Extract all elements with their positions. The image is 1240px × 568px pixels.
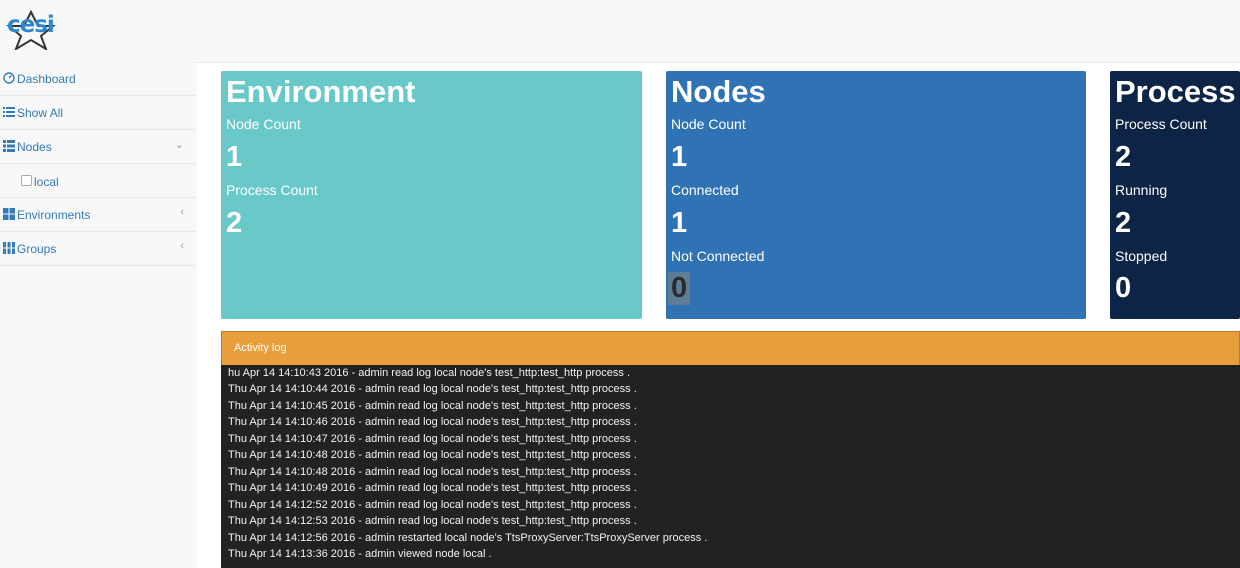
stat-value: 0 [1115, 272, 1132, 304]
sidebar-item-label: Groups [17, 242, 57, 256]
activity-log-body[interactable]: hu Apr 14 14:10:43 2016 - admin read log… [221, 365, 1240, 568]
stat-label: Running [1115, 182, 1168, 198]
process-card: Process Process Count 2 Running 2 Stoppe… [1110, 71, 1240, 319]
log-line: Thu Apr 14 14:10:45 2016 - admin read lo… [228, 400, 637, 412]
activity-log-title: Activity log [234, 342, 287, 354]
stat-label: Not Connected [671, 248, 765, 264]
sidebar-item-environments[interactable]: Environments ‹ [0, 198, 196, 232]
stat-value: 1 [226, 141, 243, 173]
log-line: Thu Apr 14 14:10:47 2016 - admin read lo… [228, 433, 637, 445]
stat-label: Process Count [1115, 116, 1207, 132]
grid-icon [3, 140, 15, 152]
activity-log-header: Activity log [221, 331, 1240, 365]
chevron-left-icon[interactable]: ‹ [180, 240, 184, 252]
log-line: Thu Apr 14 14:12:52 2016 - admin read lo… [228, 499, 637, 511]
list-icon [3, 107, 15, 117]
nodes-card: Nodes Node Count 1 Connected 1 Not Conne… [666, 71, 1086, 319]
sidebar-item-dashboard[interactable]: Dashboard [0, 62, 196, 96]
stat-value: 1 [671, 141, 688, 173]
log-line: Thu Apr 14 14:10:49 2016 - admin read lo… [228, 482, 637, 494]
columns-icon [3, 242, 15, 254]
logo-text: cesi [7, 12, 55, 38]
sidebar-item-label: Environments [17, 208, 91, 222]
stat-value: 1 [671, 207, 688, 239]
log-line: Thu Apr 14 14:10:48 2016 - admin read lo… [228, 449, 637, 461]
stat-label: Node Count [671, 116, 746, 132]
card-title: Nodes [671, 74, 766, 109]
stat-label: Connected [671, 182, 739, 198]
sidebar-item-label: Show All [17, 106, 64, 120]
card-title: Environment [226, 74, 416, 109]
log-line: Thu Apr 14 14:12:53 2016 - admin read lo… [228, 515, 637, 527]
stat-value: 0 [668, 272, 691, 305]
log-line: Thu Apr 14 14:10:44 2016 - admin read lo… [228, 383, 637, 395]
stat-label: Process Count [226, 182, 318, 198]
sidebar-item-show-all[interactable]: Show All [0, 96, 196, 130]
sidebar-subitem-local[interactable]: local [0, 164, 196, 198]
sidebar-subitem-label: local [34, 175, 59, 189]
stat-value: 2 [1115, 141, 1132, 173]
stat-label: Node Count [226, 116, 301, 132]
stat-value: 2 [226, 207, 243, 239]
stat-label: Stopped [1115, 248, 1168, 264]
cesi-logo[interactable]: cesi [5, 9, 57, 52]
log-line: Thu Apr 14 14:13:36 2016 - admin viewed … [228, 548, 492, 560]
sidebar: Dashboard Show All Nodes ⌄ local Environ… [0, 62, 196, 568]
checkbox-icon [21, 175, 32, 186]
sidebar-item-label: Nodes [17, 140, 52, 154]
log-line: Thu Apr 14 14:10:48 2016 - admin read lo… [228, 466, 637, 478]
top-navbar: cesi [0, 0, 1240, 63]
card-title: Process [1115, 74, 1236, 109]
sidebar-item-label: Dashboard [17, 72, 76, 86]
dashboard-icon [3, 72, 15, 84]
stat-value: 2 [1115, 207, 1132, 239]
log-line: Thu Apr 14 14:10:46 2016 - admin read lo… [228, 416, 637, 428]
environment-card: Environment Node Count 1 Process Count 2 [221, 71, 642, 319]
chevron-left-icon[interactable]: ‹ [180, 206, 184, 218]
chevron-down-icon[interactable]: ⌄ [175, 138, 184, 151]
log-line: Thu Apr 14 14:12:56 2016 - admin restart… [228, 532, 708, 544]
sidebar-item-nodes[interactable]: Nodes ⌄ [0, 130, 196, 164]
sidebar-item-groups[interactable]: Groups ‹ [0, 232, 196, 266]
grid-icon [3, 208, 15, 220]
log-line: hu Apr 14 14:10:43 2016 - admin read log… [228, 367, 631, 379]
